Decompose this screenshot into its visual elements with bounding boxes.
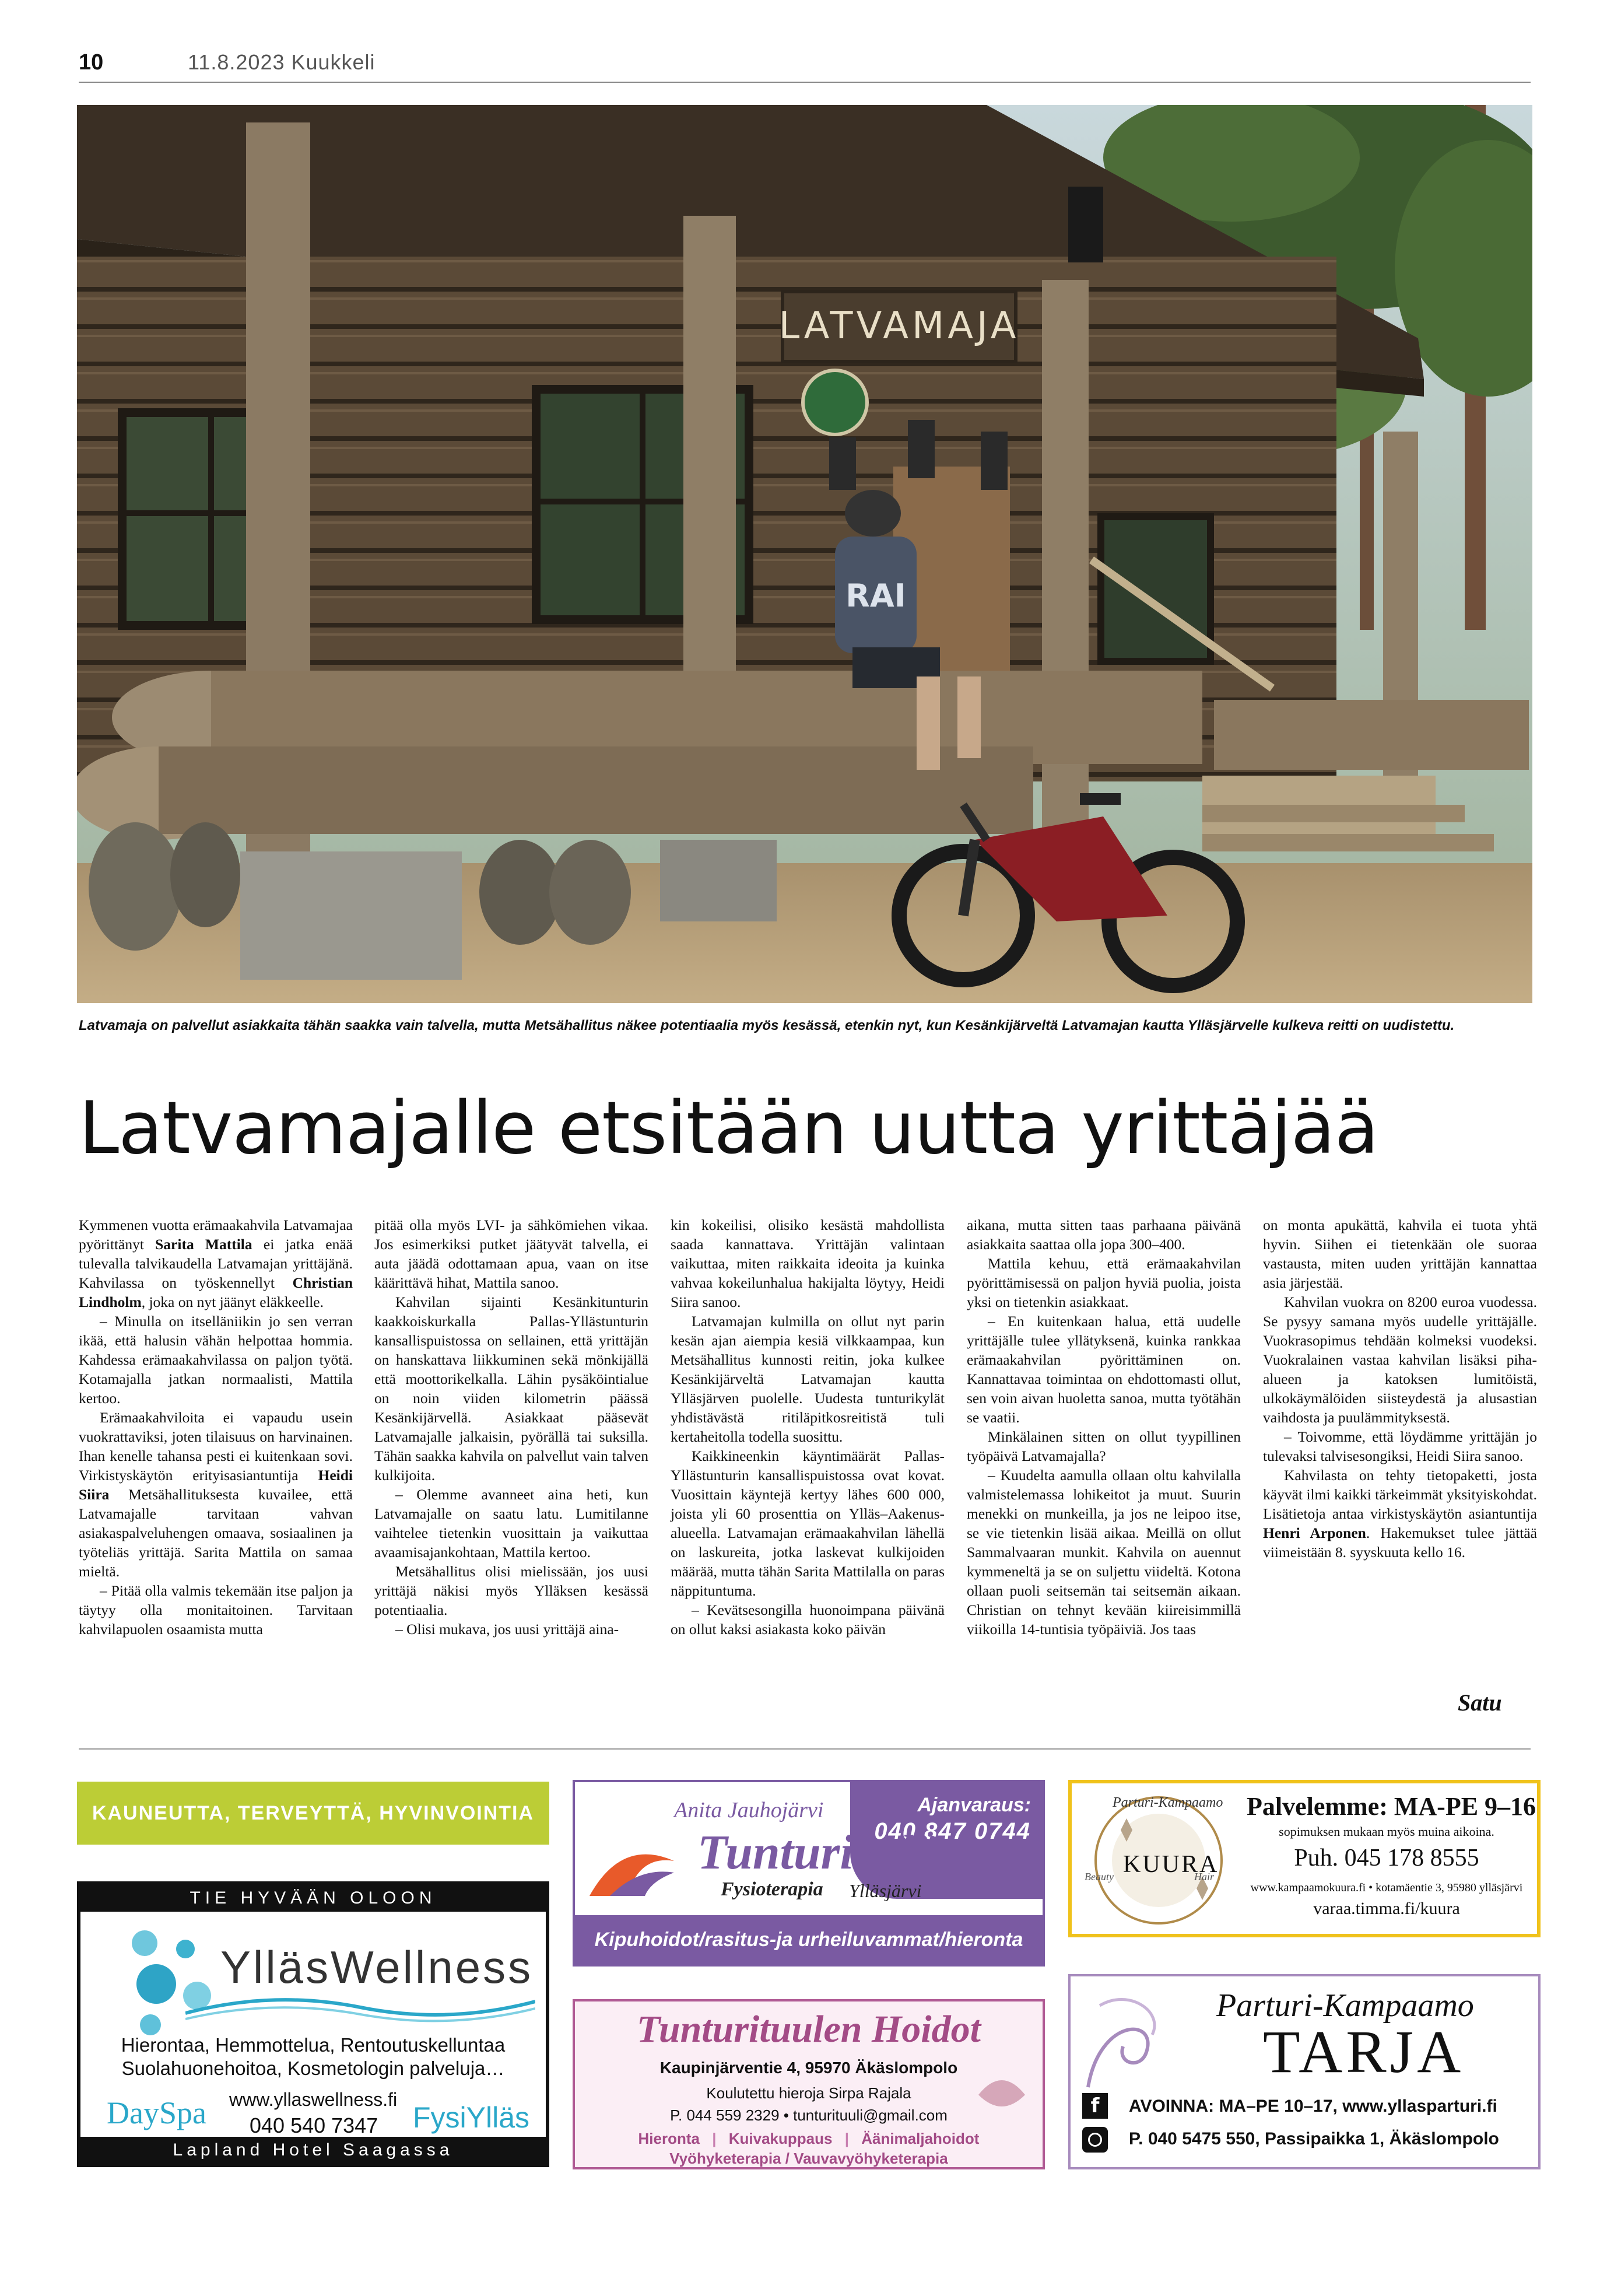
- page-number: 10: [79, 50, 104, 75]
- service-kuivakuppaus: Kuivakuppaus: [728, 2130, 833, 2147]
- section-banner: KAUNEUTTA, TERVEYTTÄ, HYVINVOINTIA: [77, 1782, 549, 1845]
- photo-caption: Latvamaja on palvellut asiakkaita tähän …: [79, 1018, 1455, 1033]
- article-paragraph: Kahvilan vuokra on 8200 euroa vuodessa. …: [1263, 1294, 1537, 1426]
- ad-yllaswellness-top: TIE HYVÄÄN OLOON: [80, 1885, 546, 1912]
- article-column-3: kin kokeilisi, olisiko kesästä mahdollis…: [671, 1215, 945, 1639]
- ad-yllaswellness-bottom: Lapland Hotel Saagassa: [80, 2137, 546, 2164]
- kuura-logo-top: Parturi-Kampaamo: [1113, 1795, 1223, 1810]
- article-paragraph: aikana, mutta sitten taas parhaana päivä…: [967, 1217, 1241, 1253]
- issue-date: 11.8.2023 Kuukkeli: [188, 50, 376, 74]
- tunturituulen-brand: Tunturituulen Hoidot: [637, 2008, 981, 2050]
- article-paragraph: pitää olla myös LVI- ja sähkömiehen vika…: [374, 1217, 648, 1291]
- wave-icon: [185, 1998, 535, 2022]
- person-name: Henri Arponen: [1263, 1524, 1366, 1541]
- instagram-icon[interactable]: [1082, 2127, 1108, 2153]
- divider: |: [712, 2130, 717, 2147]
- ad-kuura[interactable]: Parturi-Kampaamo KUURA Beauty Hair Palve…: [1068, 1780, 1541, 1937]
- divider: |: [844, 2130, 849, 2147]
- section-banner-text: KAUNEUTTA, TERVEYTTÄ, HYVINVOINTIA: [92, 1802, 535, 1824]
- article-paragraph: Latvamajan kulmilla on ollut nyt parin k…: [671, 1313, 945, 1445]
- ad-tunturikylan-sub: Fysioterapia: [721, 1878, 823, 1900]
- tarja-hours: AVOINNA: MA–PE 10–17, www.yllasparturi.f…: [1129, 2097, 1497, 2116]
- person-name: Heidi Siira: [79, 1467, 353, 1503]
- article-column-4: aikana, mutta sitten taas parhaana päivä…: [967, 1215, 1241, 1639]
- article-column-1: Kymmenen vuotta erämaakahvila Latvamajaa…: [79, 1215, 353, 1639]
- facebook-icon[interactable]: f: [1082, 2093, 1108, 2119]
- article-paragraph: – Minulla on itselläniikin jo sen verran…: [79, 1313, 353, 1407]
- kuura-logo-side1: Beauty: [1085, 1871, 1114, 1883]
- article-paragraph: – Pitää olla valmis tekemään itse paljon…: [79, 1582, 353, 1638]
- article-paragraph: Kaikkineenkin käyntimäärät Pallas-Ylläst…: [671, 1447, 945, 1599]
- ad-tunturikylan-booking-label: Ajanvaraus:: [917, 1794, 1031, 1816]
- article-paragraph: Erämaakahviloita ei vapaudu usein vuokra…: [79, 1409, 353, 1580]
- ad-tunturituulen[interactable]: Tunturituulen Hoidot Kaupinjärventie 4, …: [573, 1999, 1045, 2169]
- person-name: Sarita Mattila: [155, 1236, 252, 1253]
- fysiyllas-logo: FysiYlläs: [413, 2101, 530, 2134]
- article-paragraph: – En kuitenkaan halua, että uudelle yrit…: [967, 1313, 1241, 1426]
- article-paragraph: – Olemme avanneet aina heti, kun Latvama…: [374, 1486, 648, 1561]
- article-paragraph: Kahvilasta on tehty tietopaketti, josta …: [1263, 1467, 1537, 1561]
- person-name: Christian Lindholm: [79, 1274, 353, 1310]
- ad-tunturikylan-name: Anita Jauhojärvi: [674, 1798, 824, 1822]
- article-column-5: on monta apukättä, kahvila ei tuota yhtä…: [1263, 1215, 1537, 1562]
- swirl-ornament-icon: [1086, 1998, 1156, 2088]
- article-photo: LATVAMAJA RAI: [77, 105, 1532, 1003]
- bubbles-icon: [132, 1930, 211, 2035]
- ad-yllaswellness-brand: YlläsWellness: [220, 1941, 534, 1993]
- article-paragraph: – Toivomme, että löydämme yrittäjän jo t…: [1263, 1428, 1537, 1464]
- fell-logo-icon: [590, 1854, 674, 1896]
- ad-yllaswellness[interactable]: TIE HYVÄÄN OLOON YlläsWellness Hierontaa…: [77, 1881, 549, 2167]
- ad-yllaswellness-line1: Hierontaa, Hemmottelua, Rentoutuskellunt…: [121, 2034, 506, 2056]
- latvamaja-sign-text: LATVAMAJA: [778, 304, 1019, 348]
- section-rule: [79, 1748, 1531, 1750]
- article-paragraph: Kymmenen vuotta erämaakahvila Latvamajaa…: [79, 1217, 353, 1310]
- article-paragraph: – Kevätsesongilla huonoimpana päivänä on…: [671, 1601, 945, 1638]
- tarja-brand: TARJA: [1263, 2018, 1465, 2085]
- kuura-title: Palvelemme: MA-PE 9–16: [1247, 1792, 1536, 1821]
- tunturituulen-services2: Vyöhyketerapia / Vauvavyöhyketerapia: [669, 2150, 948, 2167]
- ad-yllaswellness-phone: 040 540 7347: [250, 2113, 378, 2137]
- kuura-booking[interactable]: varaa.timma.fi/kuura: [1247, 1899, 1527, 1919]
- kuura-subtitle: sopimuksen mukaan myös muina aikoina.: [1279, 1824, 1494, 1839]
- article-paragraph: Minkälainen sitten on ollut tyypillinen …: [967, 1428, 1241, 1464]
- article-paragraph: on monta apukättä, kahvila ei tuota yhtä…: [1263, 1217, 1537, 1291]
- article-paragraph: Metsähallitus olisi mielissään, jos uusi…: [374, 1563, 648, 1618]
- tarja-contact: P. 040 5475 550, Passipaikka 1, Äkäslomp…: [1129, 2129, 1499, 2148]
- kuura-web[interactable]: www.kampaamokuura.fi • kotamäentie 3, 95…: [1235, 1881, 1537, 1895]
- kuura-phone: Puh. 045 178 8555: [1294, 1845, 1479, 1871]
- ad-tunturikylan[interactable]: Anita Jauhojärvi Ajanvaraus: 040 847 074…: [573, 1780, 1045, 1967]
- article-paragraph: Mattila kehuu, että erämaakahvilan pyöri…: [967, 1255, 1241, 1310]
- article-headline: Latvamajalle etsitään uutta yrittäjää: [79, 1086, 1379, 1170]
- tunturituulen-services-row: Hieronta | Kuivakuppaus | Äänimaljahoido…: [575, 2130, 1043, 2148]
- latvamaja-photo-illustration: LATVAMAJA RAI: [77, 105, 1532, 1003]
- service-aanimaljahoidot: Äänimaljahoidot: [861, 2130, 980, 2147]
- shirt-text: RAI: [845, 577, 906, 614]
- article-paragraph: – Kuudelta aamulla ollaan oltu kahvilall…: [967, 1467, 1241, 1638]
- header-rule: [79, 82, 1531, 83]
- ad-tarja[interactable]: Parturi-Kampaamo TARJA f AVOINNA: MA–PE …: [1068, 1974, 1541, 2169]
- ad-tunturikylan-place: Ylläsjärvi: [849, 1880, 922, 1901]
- article-paragraph: Kahvilan sijainti Kesänkitunturin kaakko…: [374, 1294, 648, 1484]
- ad-yllaswellness-web[interactable]: www.yllaswellness.fi: [229, 2089, 397, 2111]
- dayspa-logo: DaySpa: [107, 2095, 206, 2130]
- ad-tunturikylan-services: Kipuhoidot/rasitus-ja urheiluvammat/hier…: [575, 1915, 1043, 1964]
- ad-yllaswellness-line2: Suolahuonehoitoa, Kosmetologin palveluja…: [121, 2057, 505, 2079]
- article-paragraph: – Olisi mukava, jos uusi yrittäjä aina-: [395, 1621, 619, 1638]
- article-paragraph: kin kokeilisi, olisiko kesästä mahdollis…: [671, 1217, 945, 1310]
- author-signature: Satu: [1458, 1689, 1502, 1716]
- lips-icon: [978, 2080, 1025, 2106]
- article-column-2: pitää olla myös LVI- ja sähkömiehen vika…: [374, 1215, 648, 1639]
- service-hieronta: Hieronta: [638, 2130, 700, 2147]
- ad-tunturikylan-brand: Tunturikylän: [697, 1825, 966, 1880]
- kuura-logo-side2: Hair: [1194, 1871, 1215, 1883]
